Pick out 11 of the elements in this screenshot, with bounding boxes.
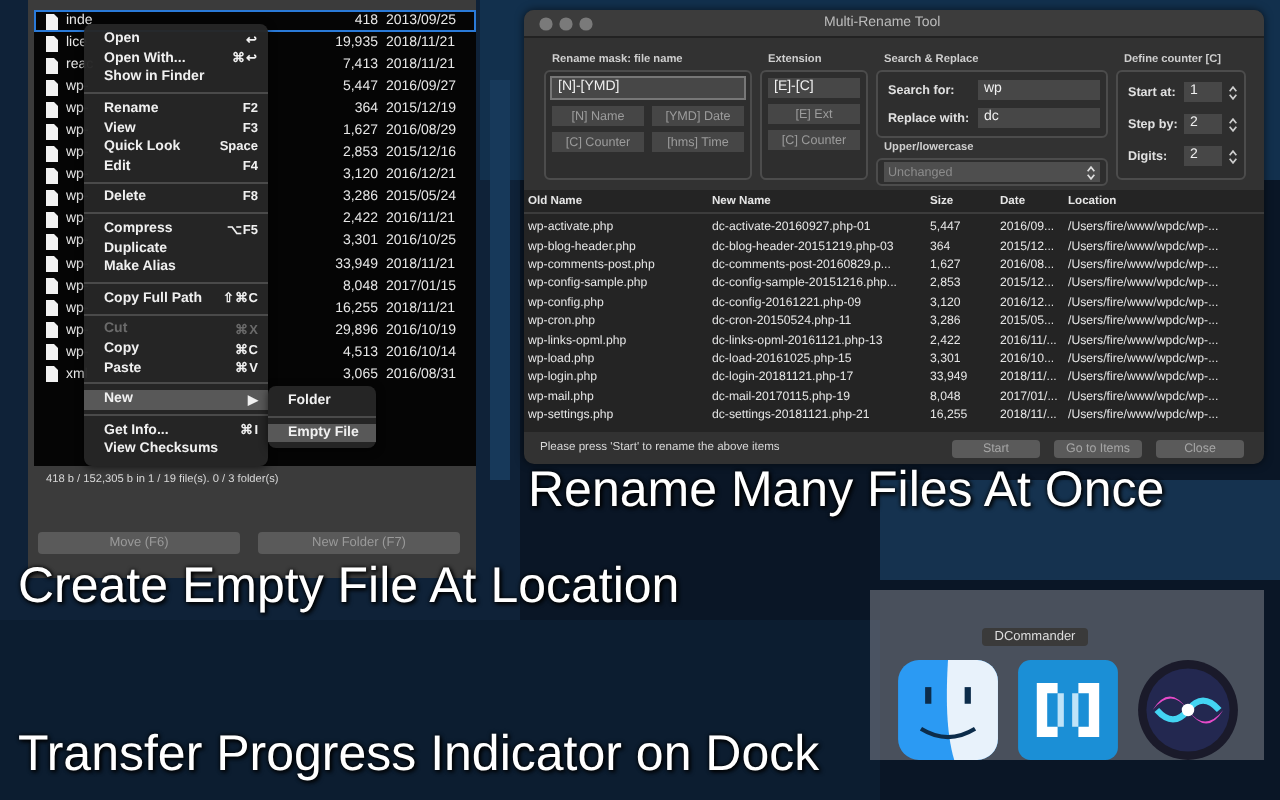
stepper-icon — [1228, 115, 1238, 133]
caption-text: Rename Many Files At Once — [528, 464, 1165, 519]
finder-icon — [895, 658, 999, 762]
window-controls-icon — [538, 15, 598, 31]
app-icon — [1015, 658, 1119, 762]
caption-text: Create Empty File At Location — [18, 560, 680, 615]
stepper-icon — [1228, 147, 1238, 165]
stepper-icon — [1228, 83, 1238, 101]
siri-icon — [1135, 658, 1239, 762]
caption-text: Transfer Progress Indicator on Dock — [18, 728, 820, 783]
stepper-icon — [1086, 163, 1096, 181]
